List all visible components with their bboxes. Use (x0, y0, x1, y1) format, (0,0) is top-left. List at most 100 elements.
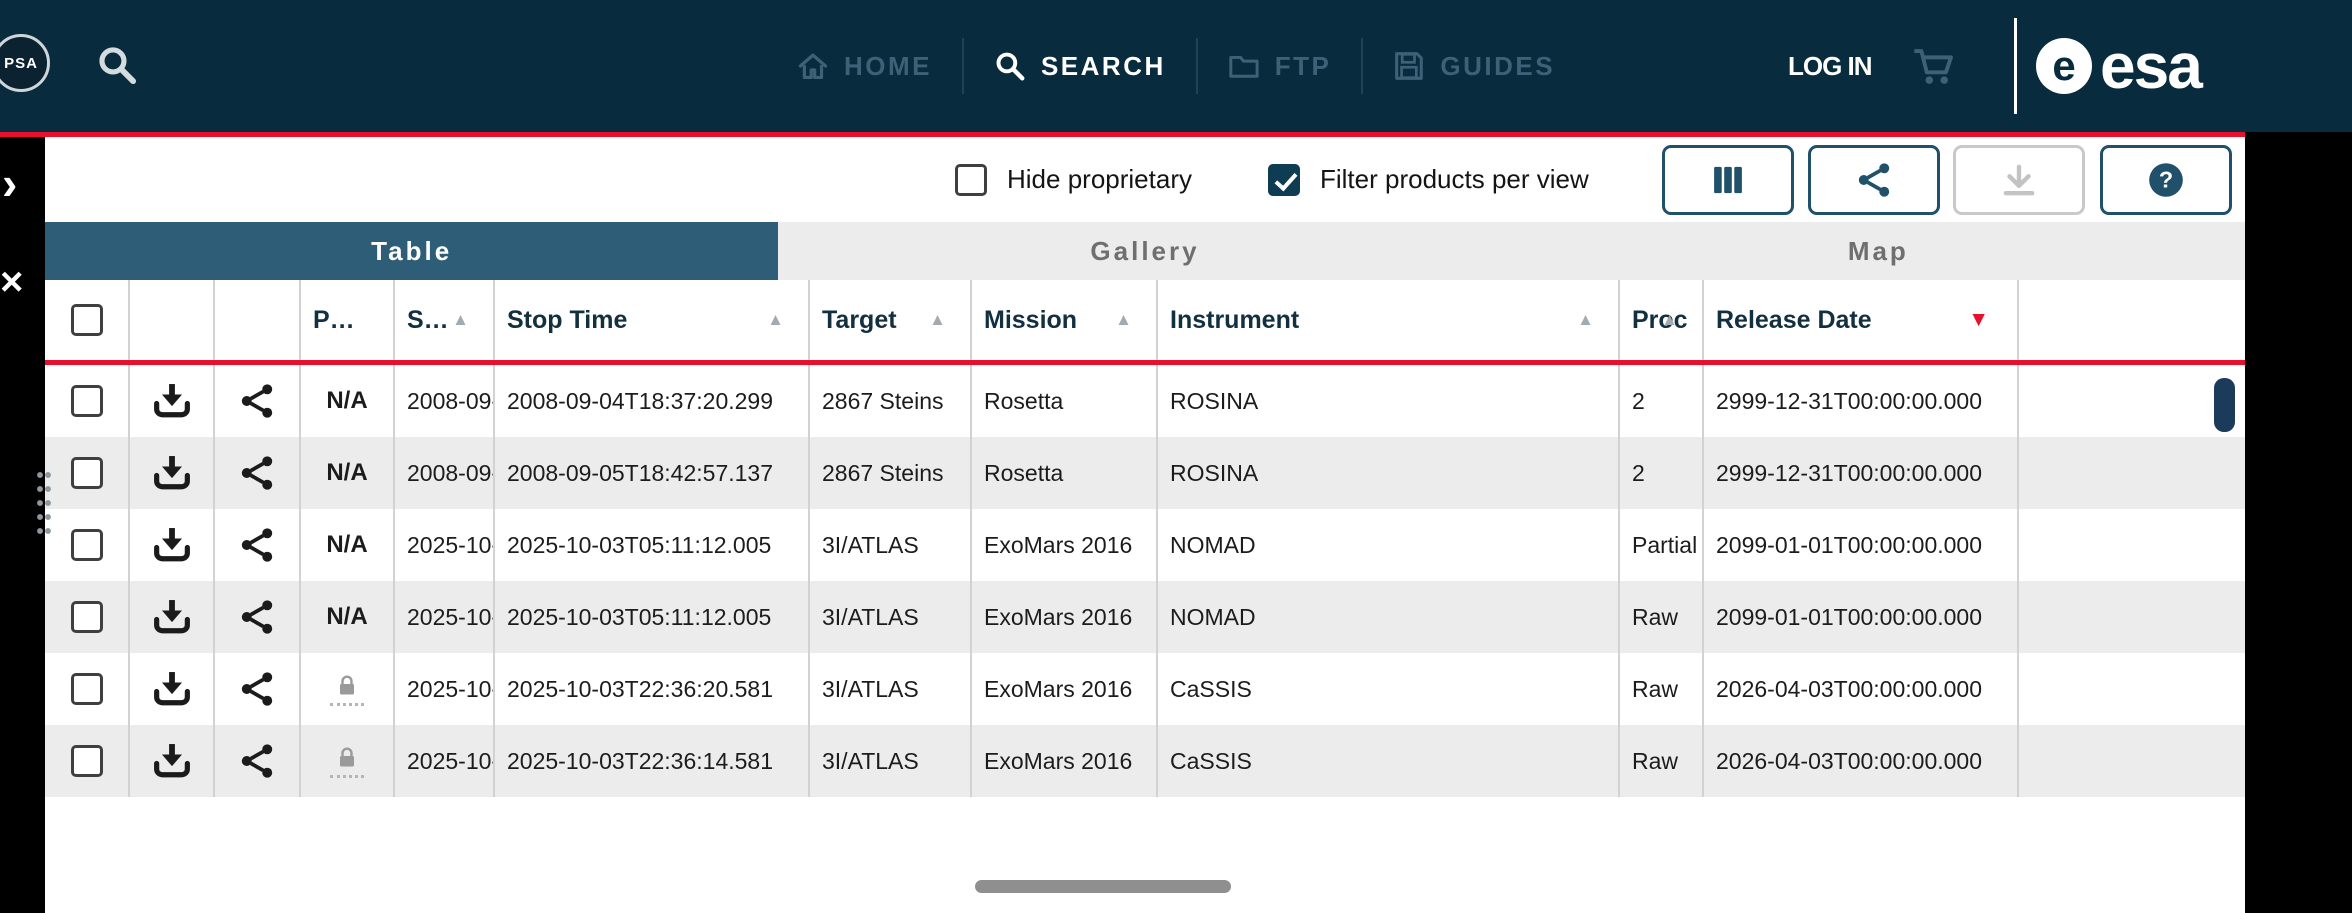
row-checkbox[interactable] (70, 529, 103, 561)
nav-item-label: SEARCH (1040, 50, 1166, 81)
checkbox-label: Filter products per view (1320, 164, 1589, 194)
proprietary-lock[interactable] (330, 745, 364, 778)
cell-mission: ExoMars 2016 (972, 725, 1158, 797)
header-filler (2019, 280, 2245, 360)
expand-panel-chevron-icon[interactable]: › (2, 160, 17, 206)
row-checkbox[interactable] (70, 745, 103, 777)
top-navbar: PSA HOME SEARCH FTP GUIDES LOG IN e esa (0, 0, 2352, 132)
row-select-cell (45, 581, 130, 653)
tab-gallery[interactable]: Gallery (778, 222, 1511, 280)
cell-instrument: NOMAD (1158, 509, 1620, 581)
nav-item-search[interactable]: SEARCH (964, 50, 1196, 82)
nav-item-ftp[interactable]: FTP (1198, 50, 1362, 82)
cell-mission: Rosetta (972, 437, 1158, 509)
column-header-mission[interactable]: Mission ▲ (972, 280, 1158, 360)
svg-text:?: ? (2159, 166, 2173, 192)
column-header-label: Mission (984, 305, 1078, 334)
login-button[interactable]: LOG IN (1788, 0, 1873, 132)
checkbox-box[interactable] (1268, 163, 1300, 196)
lock-icon (340, 747, 354, 766)
table-row: N/A 2025-10- 2025-10-03T05:11:12.005 3I/ATL… (45, 509, 2245, 581)
psa-logo-text: PSA (4, 54, 38, 72)
tab-map[interactable]: Map (1512, 222, 2245, 280)
column-header-stop[interactable]: Stop Time ▲ (495, 280, 810, 360)
share-icon (241, 456, 273, 490)
tab-table[interactable]: Table (45, 222, 779, 280)
column-header-start[interactable]: S… ▲ (395, 280, 495, 360)
help-icon: ? (2149, 162, 2183, 197)
row-share-cell (215, 581, 301, 653)
row-download-button[interactable] (151, 380, 193, 422)
row-select-cell (45, 509, 130, 581)
row-download-button[interactable] (151, 452, 193, 494)
column-header-proprietary[interactable]: P… (301, 280, 395, 360)
help-button[interactable]: ? (2100, 144, 2232, 215)
sort-asc-icon: ▲ (452, 310, 469, 329)
cart-icon[interactable] (1912, 44, 1956, 88)
row-checkbox[interactable] (70, 673, 103, 705)
row-share-button[interactable] (238, 382, 276, 420)
cell-proc: Raw (1620, 581, 1704, 653)
checkbox-filter-products-per-view[interactable]: Filter products per view (1268, 163, 1589, 196)
cart-icon (1914, 49, 1953, 84)
view-tabs: Table Gallery Map (45, 222, 2245, 280)
navbar-search-icon[interactable] (96, 44, 138, 86)
share-icon (241, 600, 273, 634)
cell-start: 2025-10- (395, 509, 495, 581)
row-share-button[interactable] (238, 670, 276, 708)
table-row: N/A 2008-09- 2008-09-05T18:42:57.137 2867 S… (45, 437, 2245, 509)
nav-item-label: HOME (843, 50, 932, 81)
row-download-button[interactable] (151, 524, 193, 566)
sort-asc-icon: ▲ (767, 310, 784, 329)
psa-logo[interactable]: PSA (0, 34, 50, 92)
row-share-button[interactable] (238, 742, 276, 780)
vertical-scrollbar-thumb[interactable] (2214, 378, 2235, 432)
nav-item-home[interactable]: HOME (767, 50, 962, 82)
column-header-release[interactable]: Release Date ▼ (1704, 280, 2019, 360)
row-download-cell (130, 437, 215, 509)
column-header-target[interactable]: Target ▲ (810, 280, 972, 360)
row-checkbox[interactable] (70, 457, 103, 489)
select-all-checkbox[interactable] (70, 304, 103, 336)
checkbox-box[interactable] (955, 163, 987, 196)
row-download-button[interactable] (151, 740, 193, 782)
share-button[interactable] (1808, 144, 1940, 215)
resize-handle[interactable] (36, 468, 52, 540)
cell-proc: 2 (1620, 365, 1704, 437)
cell-target: 2867 Steins (810, 365, 972, 437)
row-share-button[interactable] (238, 598, 276, 636)
horizontal-scrollbar[interactable] (975, 880, 1231, 893)
cell-release: 2999-12-31T00:00:00.000 (1704, 437, 2019, 509)
search-icon (99, 47, 137, 85)
checkbox-hide-proprietary[interactable]: Hide proprietary (955, 163, 1192, 196)
columns-button[interactable] (1662, 144, 1794, 215)
table-header-row: P… S… ▲ Stop Time ▲ Target ▲ Mission ▲ Instrument… (45, 280, 2245, 360)
row-download-cell (130, 365, 215, 437)
close-panel-icon[interactable]: × (0, 262, 23, 302)
row-download-button[interactable] (151, 668, 193, 710)
column-header-instrument[interactable]: Instrument ▲ (1158, 280, 1620, 360)
row-share-button[interactable] (238, 454, 276, 492)
cell-proprietary: N/A (301, 509, 395, 581)
nav-item-guides[interactable]: GUIDES (1363, 50, 1585, 82)
row-checkbox[interactable] (70, 601, 103, 633)
cell-instrument: CaSSIS (1158, 725, 1620, 797)
proprietary-lock[interactable] (330, 673, 364, 706)
row-download-button[interactable] (151, 596, 193, 638)
share-icon (241, 528, 273, 562)
cell-release: 2026-04-03T00:00:00.000 (1704, 653, 2019, 725)
row-share-button[interactable] (238, 526, 276, 564)
cell-instrument: NOMAD (1158, 581, 1620, 653)
column-header-proc[interactable]: Proc ▲ (1620, 280, 1704, 360)
download-icon (153, 528, 190, 562)
column-header-label: Release Date (1716, 305, 1872, 334)
folder-icon (1229, 55, 1259, 78)
cell-filler (2019, 653, 2245, 725)
row-share-cell (215, 365, 301, 437)
esa-logo[interactable]: e esa (2036, 0, 2203, 132)
sort-desc-icon: ▼ (1968, 308, 1989, 331)
cell-release: 2999-12-31T00:00:00.000 (1704, 365, 2019, 437)
cell-mission: Rosetta (972, 365, 1158, 437)
download-button[interactable] (1953, 144, 2085, 215)
row-checkbox[interactable] (70, 385, 103, 417)
